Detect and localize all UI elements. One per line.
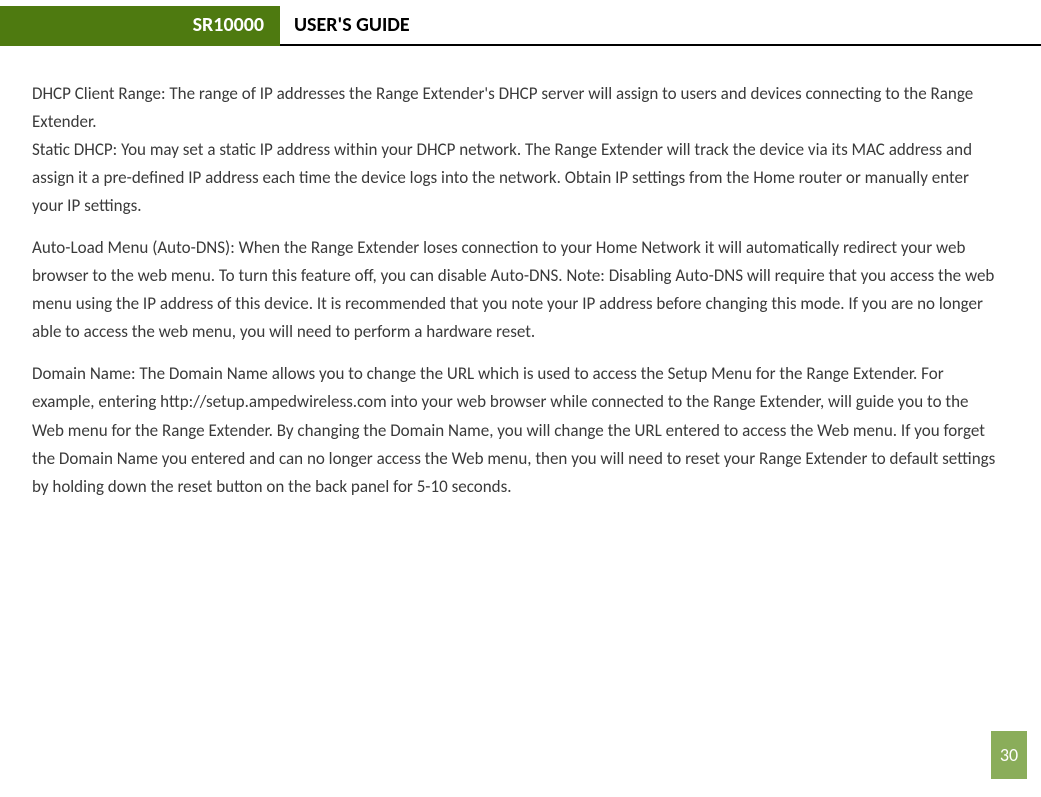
document-body: DHCP Client Range: The range of IP addre… xyxy=(0,46,1041,501)
model-badge: SR10000 xyxy=(0,6,280,46)
model-label: SR10000 xyxy=(193,13,264,37)
paragraph-auto-dns: Auto-Load Menu (Auto-DNS): When the Rang… xyxy=(32,234,1001,346)
paragraph-dhcp: DHCP Client Range: The range of IP addre… xyxy=(32,80,1001,220)
document-header: SR10000 USER'S GUIDE xyxy=(0,6,1041,46)
page-title: USER'S GUIDE xyxy=(280,6,410,44)
paragraph-domain-name: Domain Name: The Domain Name allows you … xyxy=(32,360,1001,500)
page-number-value: 30 xyxy=(1000,744,1018,766)
page-number: 30 xyxy=(991,731,1027,779)
